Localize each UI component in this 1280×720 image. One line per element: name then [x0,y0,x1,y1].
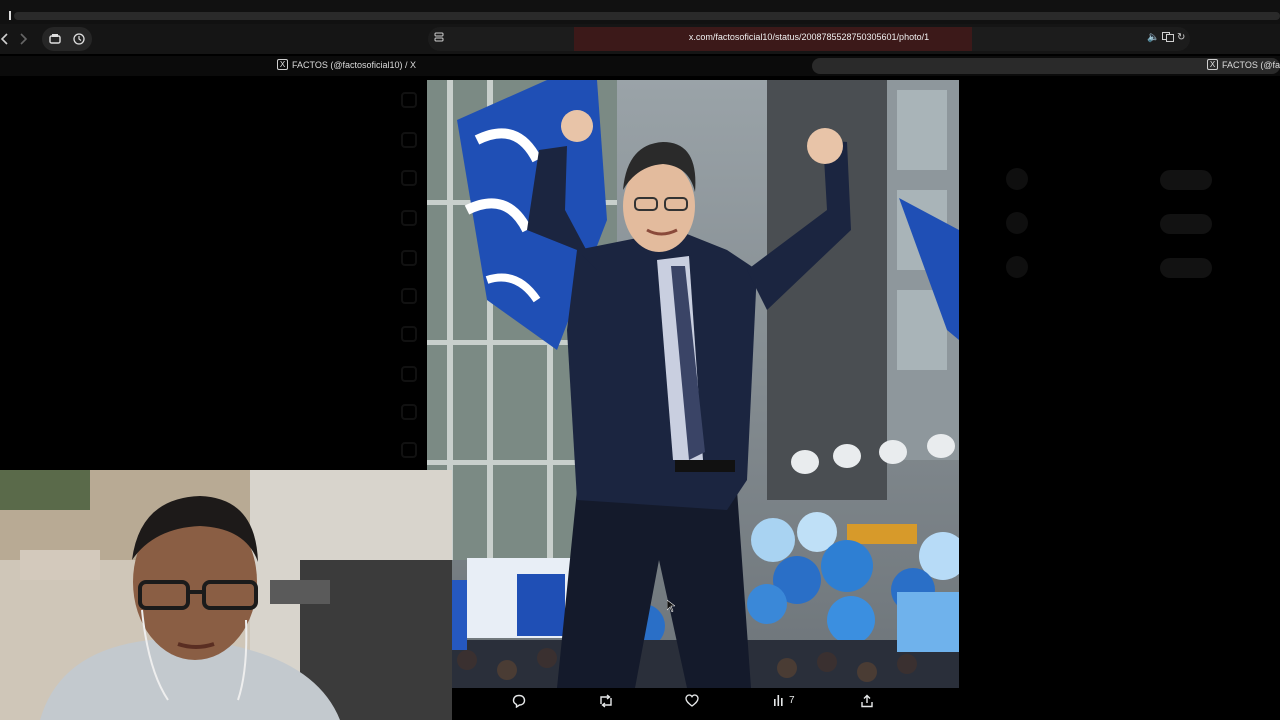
toolbar-button-group [42,27,92,51]
notifications-icon [401,210,417,226]
chevron-right-icon [20,33,28,45]
views-count: 7 [789,694,795,706]
follow-button [1160,214,1212,234]
mouse-cursor-icon [667,600,675,612]
follow-button [1160,258,1212,278]
grok-icon [401,288,417,304]
follow-button [1160,170,1212,190]
reader-button[interactable] [44,28,66,50]
post-photo[interactable] [427,80,959,688]
bookmarks-icon [401,326,417,342]
share-icon [861,694,873,708]
photo-image [427,80,959,688]
printer-icon [49,34,61,44]
speaker-icon[interactable]: 🔈 [1147,32,1159,43]
tab-label: FACTOS (@factosoficial10) / X [292,59,417,70]
address-bar[interactable]: x.com/factosoficial10/status/20087855287… [428,27,1190,51]
tab-bar: X FACTOS (@factosoficial10) / X X FACTOS… [0,56,1280,76]
translate-icon[interactable] [1162,32,1174,45]
avatar [1006,256,1028,278]
chevron-left-icon [0,33,8,45]
heart-icon [685,694,699,707]
reply-icon [512,694,526,708]
avatar [1006,212,1028,234]
search-icon [401,170,417,186]
history-button[interactable] [68,28,90,50]
x-logo-icon: X [277,59,288,70]
messages-icon [401,250,417,266]
x-logo-icon: X [1207,59,1218,70]
profile-icon [401,404,417,420]
window-top-strip [0,0,1280,24]
text-caret [9,11,11,20]
reload-icon[interactable]: ↻ [1177,32,1185,43]
url-text[interactable]: x.com/factosoficial10/status/20087855287… [428,32,1190,42]
clock-icon [73,33,85,45]
browser-toolbar: x.com/factosoficial10/status/20087855287… [0,24,1280,54]
tab-factos-1[interactable]: X FACTOS (@factosoficial10) / X [277,59,416,70]
communities-icon [401,366,417,382]
tab-label: FACTOS (@fac [1222,59,1280,70]
webcam-video [0,470,452,720]
forward-button[interactable] [12,28,34,50]
repost-button[interactable] [598,694,614,708]
bar-chart-icon [774,695,783,706]
x-home-logo-icon [401,92,417,108]
post-action-bar: 7 [460,692,960,716]
like-button[interactable] [685,694,699,707]
home-icon [401,132,417,148]
dimmed-right-sidebar [990,80,1280,680]
reply-button[interactable] [512,694,526,708]
views-button[interactable]: 7 [773,694,795,706]
more-icon [401,442,417,458]
tab-factos-2[interactable]: X FACTOS (@fac [1207,59,1280,70]
share-button[interactable] [860,694,874,708]
repost-icon [600,694,612,708]
webcam-overlay [0,470,452,720]
avatar [1006,168,1028,190]
progress-strip [14,12,1280,20]
